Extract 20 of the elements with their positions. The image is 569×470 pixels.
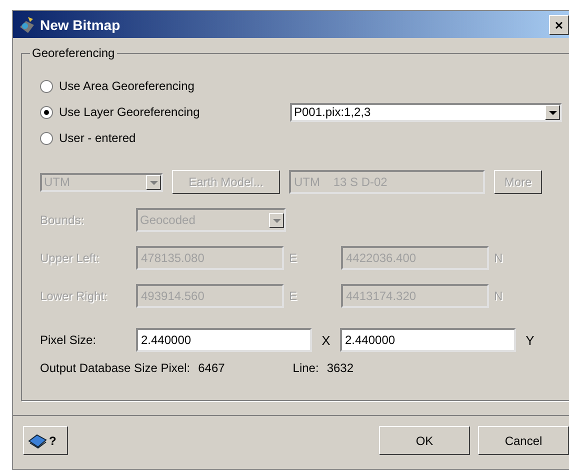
radio-option[interactable]: Use Area Georeferencing (40, 79, 290, 93)
window-title: New Bitmap (40, 16, 122, 32)
output-pixel-label: Output Database Size Pixel: (40, 361, 190, 375)
group-title: Georeferencing (31, 46, 116, 60)
pixel-size-label: Pixel Size: (40, 333, 98, 347)
book-icon (28, 432, 48, 448)
pixel-size-y-field[interactable]: 2.440000 (340, 328, 516, 352)
dialog-button[interactable]: Cancel (478, 426, 569, 455)
radio-option[interactable]: User - entered (40, 131, 290, 145)
dialog-button[interactable]: OK (379, 426, 470, 455)
help-button[interactable]: ? (23, 426, 68, 455)
output-line-value: 3632 (326, 361, 354, 375)
pixel-size-x-field[interactable]: 2.440000 (136, 328, 312, 352)
output-line-label: Line: (292, 361, 319, 375)
output-pixel-value: 6467 (198, 361, 225, 375)
y-label: Y (524, 332, 536, 348)
layer-dropdown[interactable]: P001.pix:1,2,3 (290, 102, 562, 122)
x-label: X (320, 332, 332, 348)
close-button[interactable]: × (549, 14, 569, 34)
radio-option[interactable]: Use Layer Georeferencing (40, 105, 290, 119)
